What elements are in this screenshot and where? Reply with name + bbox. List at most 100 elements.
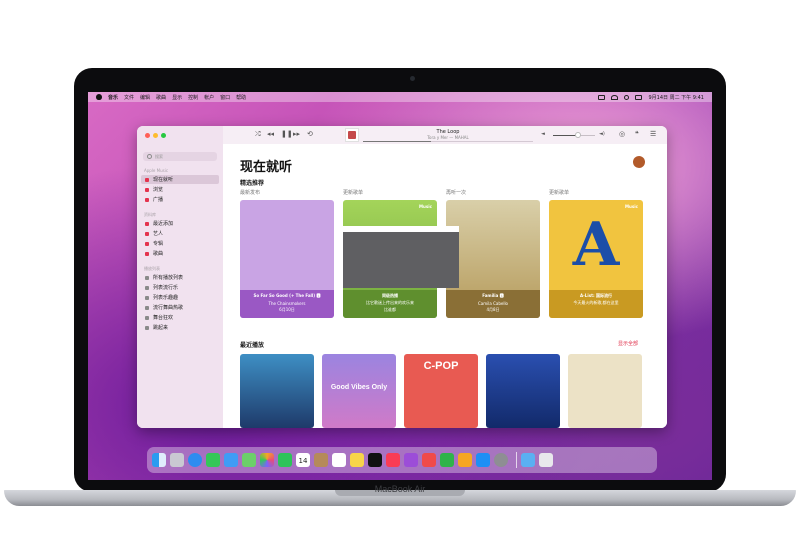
recent-item[interactable]: C-POP bbox=[404, 354, 478, 428]
apple-logo-icon[interactable] bbox=[96, 94, 102, 100]
calendar-icon[interactable]: 14 bbox=[296, 453, 310, 467]
facetime-icon[interactable] bbox=[278, 453, 292, 467]
close-button[interactable] bbox=[145, 133, 150, 138]
sidebar-item-playlist[interactable]: 流行舞曲热歌 bbox=[141, 303, 219, 312]
recent-item[interactable]: Good Vibes Only bbox=[322, 354, 396, 428]
tv-icon[interactable] bbox=[368, 453, 382, 467]
now-playing-artist: Tora y Mer — MAHAL bbox=[427, 135, 469, 140]
recent-item[interactable] bbox=[568, 354, 642, 428]
now-playing-artwork[interactable] bbox=[345, 128, 359, 142]
shuffle-icon[interactable]: ⤮ bbox=[255, 131, 261, 138]
previous-track-icon[interactable]: ◂◂ bbox=[267, 131, 274, 138]
sidebar-item-playlist[interactable]: 跳起来 bbox=[141, 323, 219, 332]
avatar[interactable] bbox=[633, 156, 645, 168]
repeat-icon[interactable]: ⟲ bbox=[307, 131, 313, 138]
pause-icon[interactable]: ❚❚ bbox=[281, 131, 293, 138]
featured-card[interactable]: Familia 🅴 Camila Cabello 4月8日 bbox=[446, 200, 540, 318]
airplay-icon[interactable]: ◎ bbox=[619, 131, 625, 138]
contacts-icon[interactable] bbox=[314, 453, 328, 467]
music-note-icon bbox=[145, 251, 149, 256]
sidebar: 搜索 Apple Music 现在就听 浏览 广播 资料库 最近添加 艺人 专辑… bbox=[137, 126, 224, 428]
menu-view[interactable]: 显示 bbox=[172, 94, 182, 101]
trash-icon[interactable] bbox=[539, 453, 553, 467]
recent-item[interactable] bbox=[486, 354, 560, 428]
sidebar-item-playlist[interactable]: 舞台狂欢 bbox=[141, 313, 219, 322]
search-field[interactable]: 搜索 bbox=[143, 152, 217, 161]
sidebar-item-playlist[interactable]: 列表流行乐 bbox=[141, 283, 219, 292]
settings-icon[interactable] bbox=[494, 453, 508, 467]
menubar-clock[interactable]: 9月14日 周二 下午 9:41 bbox=[648, 94, 704, 101]
device-label: MacBook Air bbox=[374, 484, 426, 494]
album-icon bbox=[145, 241, 149, 246]
podcasts-icon[interactable] bbox=[404, 453, 418, 467]
menu-file[interactable]: 文件 bbox=[124, 94, 134, 101]
safari-icon[interactable] bbox=[188, 453, 202, 467]
section-title-apple-music: Apple Music bbox=[144, 168, 169, 173]
sidebar-item-all-playlists[interactable]: 所有播放列表 bbox=[141, 273, 219, 282]
big-letter-art: A bbox=[572, 210, 620, 280]
sidebar-item-label: 现在就听 bbox=[153, 177, 174, 183]
sidebar-item-songs[interactable]: 歌曲 bbox=[141, 249, 219, 258]
screen: 音乐 文件 编辑 歌曲 显示 控制 帐户 窗口 帮助 9月14日 周二 下午 9… bbox=[88, 92, 712, 480]
card-subtitle: 比它歌迷上传出来的欢乐来 bbox=[366, 300, 414, 305]
menu-song[interactable]: 歌曲 bbox=[156, 94, 166, 101]
finder-icon[interactable] bbox=[152, 453, 166, 467]
zoom-button[interactable] bbox=[161, 133, 166, 138]
sidebar-item-label: 歌曲 bbox=[153, 251, 164, 257]
volume-knob[interactable] bbox=[575, 132, 581, 138]
page-title: 现在就听 bbox=[240, 160, 293, 175]
volume-slider[interactable] bbox=[553, 135, 595, 136]
section-title-playlists: 播放列表 bbox=[144, 266, 160, 271]
control-center-icon[interactable] bbox=[635, 94, 643, 100]
menu-window[interactable]: 窗口 bbox=[220, 94, 230, 101]
folder-icon[interactable] bbox=[521, 453, 535, 467]
menu-edit[interactable]: 编辑 bbox=[140, 94, 150, 101]
playlist-icon bbox=[145, 325, 149, 330]
sidebar-item-recently-added[interactable]: 最近添加 bbox=[141, 219, 219, 228]
maps-icon[interactable] bbox=[242, 453, 256, 467]
sidebar-item-radio[interactable]: 广播 bbox=[141, 195, 219, 204]
music-icon[interactable] bbox=[386, 453, 400, 467]
sidebar-item-artists[interactable]: 艺人 bbox=[141, 229, 219, 238]
mail-icon[interactable] bbox=[224, 453, 238, 467]
featured-card[interactable]: So Far So Good (+ The Fall) 🅴 The Chains… bbox=[240, 200, 334, 318]
clock-icon bbox=[145, 221, 149, 226]
menu-music[interactable]: 音乐 bbox=[108, 94, 118, 101]
notes-icon[interactable] bbox=[350, 453, 364, 467]
menu-account[interactable]: 帐户 bbox=[204, 94, 214, 101]
playlist-icon bbox=[145, 295, 149, 300]
messages-icon[interactable] bbox=[206, 453, 220, 467]
sidebar-item-playlist[interactable]: 列表乐趣趣 bbox=[141, 293, 219, 302]
playback-progress-fill bbox=[363, 141, 431, 142]
launchpad-icon[interactable] bbox=[170, 453, 184, 467]
sidebar-item-browse[interactable]: 浏览 bbox=[141, 185, 219, 194]
show-all-link[interactable]: 显示全部 bbox=[618, 340, 638, 347]
reminders-icon[interactable] bbox=[332, 453, 346, 467]
next-track-icon[interactable]: ▸▸ bbox=[293, 131, 300, 138]
wifi-icon[interactable] bbox=[611, 94, 619, 100]
battery-icon[interactable] bbox=[598, 94, 606, 100]
queue-icon[interactable]: ☰ bbox=[650, 131, 656, 138]
appstore-icon[interactable] bbox=[476, 453, 490, 467]
menu-controls[interactable]: 控制 bbox=[188, 94, 198, 101]
card-date: 比谁都 bbox=[384, 307, 396, 312]
dock-separator bbox=[516, 452, 517, 468]
grid-icon bbox=[145, 187, 149, 192]
card-date: 4月8日 bbox=[486, 307, 500, 312]
playback-progress-bar[interactable] bbox=[363, 141, 533, 142]
card-title: A-List: 国际流行 bbox=[580, 293, 612, 298]
numbers-icon[interactable] bbox=[440, 453, 454, 467]
spotlight-icon[interactable] bbox=[624, 94, 630, 100]
recent-item[interactable] bbox=[240, 354, 314, 428]
featured-card[interactable]: Music A A-List: 国际流行 今天最火的新歌,都在这里 bbox=[549, 200, 643, 318]
sidebar-item-albums[interactable]: 专辑 bbox=[141, 239, 219, 248]
pages-icon[interactable] bbox=[458, 453, 472, 467]
lyrics-icon[interactable]: ❝ bbox=[635, 131, 639, 138]
sidebar-item-listen-now[interactable]: 现在就听 bbox=[141, 175, 219, 184]
photos-icon[interactable] bbox=[260, 453, 274, 467]
news-icon[interactable] bbox=[422, 453, 436, 467]
minimize-button[interactable] bbox=[153, 133, 158, 138]
playlist-icon bbox=[145, 315, 149, 320]
section-title-library: 资料库 bbox=[144, 212, 156, 217]
menu-help[interactable]: 帮助 bbox=[236, 94, 246, 101]
